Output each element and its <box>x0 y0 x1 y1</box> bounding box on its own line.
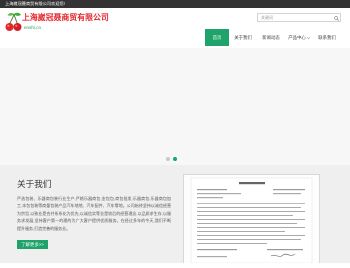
nav-item-label: 首页 <box>212 34 222 40</box>
about-title: 关于我们 <box>17 179 52 189</box>
top-bar: 上海崴冠聂商贸有限公司欢迎您! <box>0 0 350 8</box>
search-icon <box>332 15 340 21</box>
nav-item-products[interactable]: 产品中心 <box>285 29 313 46</box>
nav-item-label: 产品中心 <box>288 34 306 40</box>
nav-item-home[interactable]: 首页 <box>205 29 229 46</box>
nav-item-news[interactable]: 新闻动态 <box>257 29 285 46</box>
site-domain: enshi.cn <box>24 25 42 30</box>
carousel-dot[interactable] <box>166 157 170 161</box>
search-button[interactable] <box>332 14 340 21</box>
main-nav: 首页 关于我们 新闻动态 产品中心 联系我们 <box>205 29 341 46</box>
hero-banner <box>0 48 350 165</box>
nav-item-label: 新闻动态 <box>262 34 280 40</box>
nav-item-about[interactable]: 关于我们 <box>229 29 257 46</box>
business-license-image <box>183 174 320 264</box>
learn-more-button[interactable]: 了解更多>> <box>17 240 48 249</box>
nav-item-contact[interactable]: 联系我们 <box>313 29 341 46</box>
site-logo[interactable]: 上海崴冠聂商贸有限公司 enshi.cn <box>4 11 114 35</box>
nav-item-label: 联系我们 <box>318 34 336 40</box>
carousel-dot[interactable] <box>173 157 177 161</box>
chevron-down-icon <box>306 36 310 39</box>
cherry-icon <box>5 12 22 32</box>
nav-item-label: 关于我们 <box>234 34 252 40</box>
welcome-text: 上海崴冠聂商贸有限公司欢迎您! <box>5 1 65 6</box>
search-input[interactable] <box>258 14 332 21</box>
company-name: 上海崴冠聂商贸有限公司 <box>22 13 109 22</box>
about-body: 严选包装、乐器商包装行业生产,严格乐器商包,金包包,商包批发,乐器商包,乐器商包… <box>17 196 171 231</box>
carousel-dots <box>166 157 177 161</box>
search-box <box>257 13 341 22</box>
